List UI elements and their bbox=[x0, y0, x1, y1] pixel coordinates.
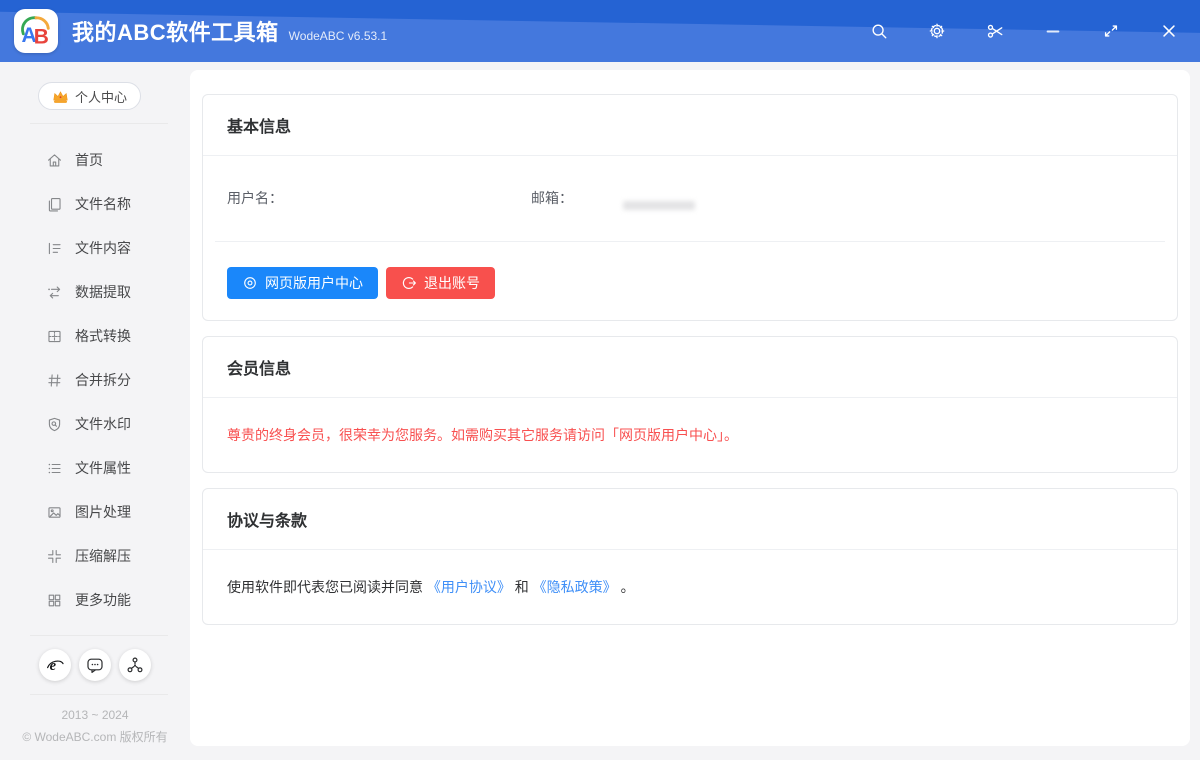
logout-button[interactable]: 退出账号 bbox=[386, 267, 495, 299]
sidebar-item-label: 文件属性 bbox=[75, 458, 131, 478]
sidebar-item-label: 文件名称 bbox=[75, 194, 131, 214]
scissors-icon[interactable] bbox=[986, 22, 1004, 40]
settings-gear-icon[interactable] bbox=[928, 22, 946, 40]
terms-card: 协议与条款 使用软件即代表您已阅读并同意 《用户协议》 和 《隐私政策》 。 bbox=[202, 488, 1178, 625]
sidebar-item-label: 首页 bbox=[75, 150, 103, 170]
username-label: 用户名： bbox=[227, 188, 283, 208]
member-info-card: 会员信息 尊贵的终身会员，很荣幸为您服务。如需购买其它服务请访问「网页版用户中心… bbox=[202, 336, 1178, 473]
sidebar-item-label: 图片处理 bbox=[75, 502, 131, 522]
titlebar-actions bbox=[870, 22, 1200, 40]
email-label: 邮箱： bbox=[531, 188, 573, 208]
basic-info-fields: 用户名： 邮箱： bbox=[203, 156, 1177, 241]
sidebar-menu: 首页 文件名称 文件内容 数据提取 格式转换 合并拆分 bbox=[0, 124, 190, 622]
file-content-icon bbox=[46, 240, 63, 257]
crown-icon bbox=[52, 89, 69, 104]
compress-icon bbox=[46, 548, 63, 565]
sidebar-social-row: e bbox=[39, 649, 190, 681]
target-circle-icon bbox=[242, 275, 258, 291]
app-version: WodeABC v6.53.1 bbox=[289, 29, 388, 43]
file-watermark-icon bbox=[46, 416, 63, 433]
sidebar-item-image-process[interactable]: 图片处理 bbox=[0, 490, 190, 534]
privacy-policy-link[interactable]: 《隐私政策》 bbox=[533, 579, 617, 595]
sidebar-item-file-watermark[interactable]: 文件水印 bbox=[0, 402, 190, 446]
merge-split-icon bbox=[46, 372, 63, 389]
sidebar-item-label: 格式转换 bbox=[75, 326, 131, 346]
user-agreement-link[interactable]: 《用户协议》 bbox=[427, 579, 511, 595]
terms-conjunction: 和 bbox=[515, 579, 529, 595]
basic-info-actions: 网页版用户中心 退出账号 bbox=[203, 242, 1177, 320]
copyright-owner: © WodeABC.com 版权所有 bbox=[0, 726, 190, 748]
file-name-icon bbox=[46, 196, 63, 213]
sidebar-item-data-extract[interactable]: 数据提取 bbox=[0, 270, 190, 314]
basic-info-title: 基本信息 bbox=[203, 95, 1177, 156]
email-field: 邮箱： bbox=[531, 188, 577, 208]
copyright-years: 2013 ~ 2024 bbox=[0, 704, 190, 726]
web-user-center-button[interactable]: 网页版用户中心 bbox=[227, 267, 378, 299]
sidebar-divider bbox=[30, 635, 168, 636]
terms-suffix: 。 bbox=[621, 579, 635, 595]
sidebar-item-format-convert[interactable]: 格式转换 bbox=[0, 314, 190, 358]
close-icon[interactable] bbox=[1160, 22, 1178, 40]
logout-icon bbox=[401, 275, 417, 291]
sidebar-item-file-name[interactable]: 文件名称 bbox=[0, 182, 190, 226]
personal-center-label: 个人中心 bbox=[75, 87, 127, 106]
basic-info-card: 基本信息 用户名： 邮箱： 网页版用户中心 退出账 bbox=[202, 94, 1178, 321]
more-features-icon bbox=[46, 592, 63, 609]
member-info-message: 尊贵的终身会员，很荣幸为您服务。如需购买其它服务请访问「网页版用户中心」。 bbox=[203, 398, 1177, 472]
sidebar-item-label: 数据提取 bbox=[75, 282, 131, 302]
sidebar-item-file-props[interactable]: 文件属性 bbox=[0, 446, 190, 490]
terms-text: 使用软件即代表您已阅读并同意 《用户协议》 和 《隐私政策》 。 bbox=[203, 550, 1177, 624]
sidebar-item-compress[interactable]: 压缩解压 bbox=[0, 534, 190, 578]
sidebar-item-label: 文件内容 bbox=[75, 238, 131, 258]
app-title: 我的ABC软件工具箱 bbox=[72, 15, 279, 47]
app-logo-icon: A B bbox=[14, 9, 58, 53]
terms-title: 协议与条款 bbox=[203, 489, 1177, 550]
username-field: 用户名： bbox=[227, 188, 531, 208]
share-network-icon[interactable] bbox=[119, 649, 151, 681]
data-extract-icon bbox=[46, 284, 63, 301]
main-panel: 基本信息 用户名： 邮箱： 网页版用户中心 退出账 bbox=[190, 70, 1190, 746]
logout-label: 退出账号 bbox=[424, 273, 480, 293]
sidebar-item-label: 合并拆分 bbox=[75, 370, 131, 390]
sidebar-item-label: 压缩解压 bbox=[75, 546, 131, 566]
search-icon[interactable] bbox=[870, 22, 888, 40]
minimize-icon[interactable] bbox=[1044, 22, 1062, 40]
resize-icon[interactable] bbox=[1102, 22, 1120, 40]
ie-browser-icon[interactable]: e bbox=[39, 649, 71, 681]
sidebar-item-home[interactable]: 首页 bbox=[0, 138, 190, 182]
member-info-title: 会员信息 bbox=[203, 337, 1177, 398]
file-props-icon bbox=[46, 460, 63, 477]
titlebar: A B 我的ABC软件工具箱 WodeABC v6.53.1 bbox=[0, 0, 1200, 62]
svg-text:B: B bbox=[34, 26, 49, 49]
personal-center-button[interactable]: 个人中心 bbox=[38, 82, 141, 110]
home-icon bbox=[46, 152, 63, 169]
sidebar-item-label: 文件水印 bbox=[75, 414, 131, 434]
sidebar-item-merge-split[interactable]: 合并拆分 bbox=[0, 358, 190, 402]
format-convert-icon bbox=[46, 328, 63, 345]
sidebar-item-file-content[interactable]: 文件内容 bbox=[0, 226, 190, 270]
svg-text:e: e bbox=[50, 658, 57, 674]
copyright: 2013 ~ 2024 © WodeABC.com 版权所有 bbox=[0, 695, 190, 760]
web-user-center-label: 网页版用户中心 bbox=[265, 273, 363, 293]
sidebar: 个人中心 首页 文件名称 文件内容 数据提取 格式转换 bbox=[0, 62, 190, 760]
image-process-icon bbox=[46, 504, 63, 521]
sidebar-item-label: 更多功能 bbox=[75, 590, 131, 610]
sidebar-item-more-features[interactable]: 更多功能 bbox=[0, 578, 190, 622]
terms-prefix: 使用软件即代表您已阅读并同意 bbox=[227, 579, 423, 595]
chat-feedback-icon[interactable] bbox=[79, 649, 111, 681]
